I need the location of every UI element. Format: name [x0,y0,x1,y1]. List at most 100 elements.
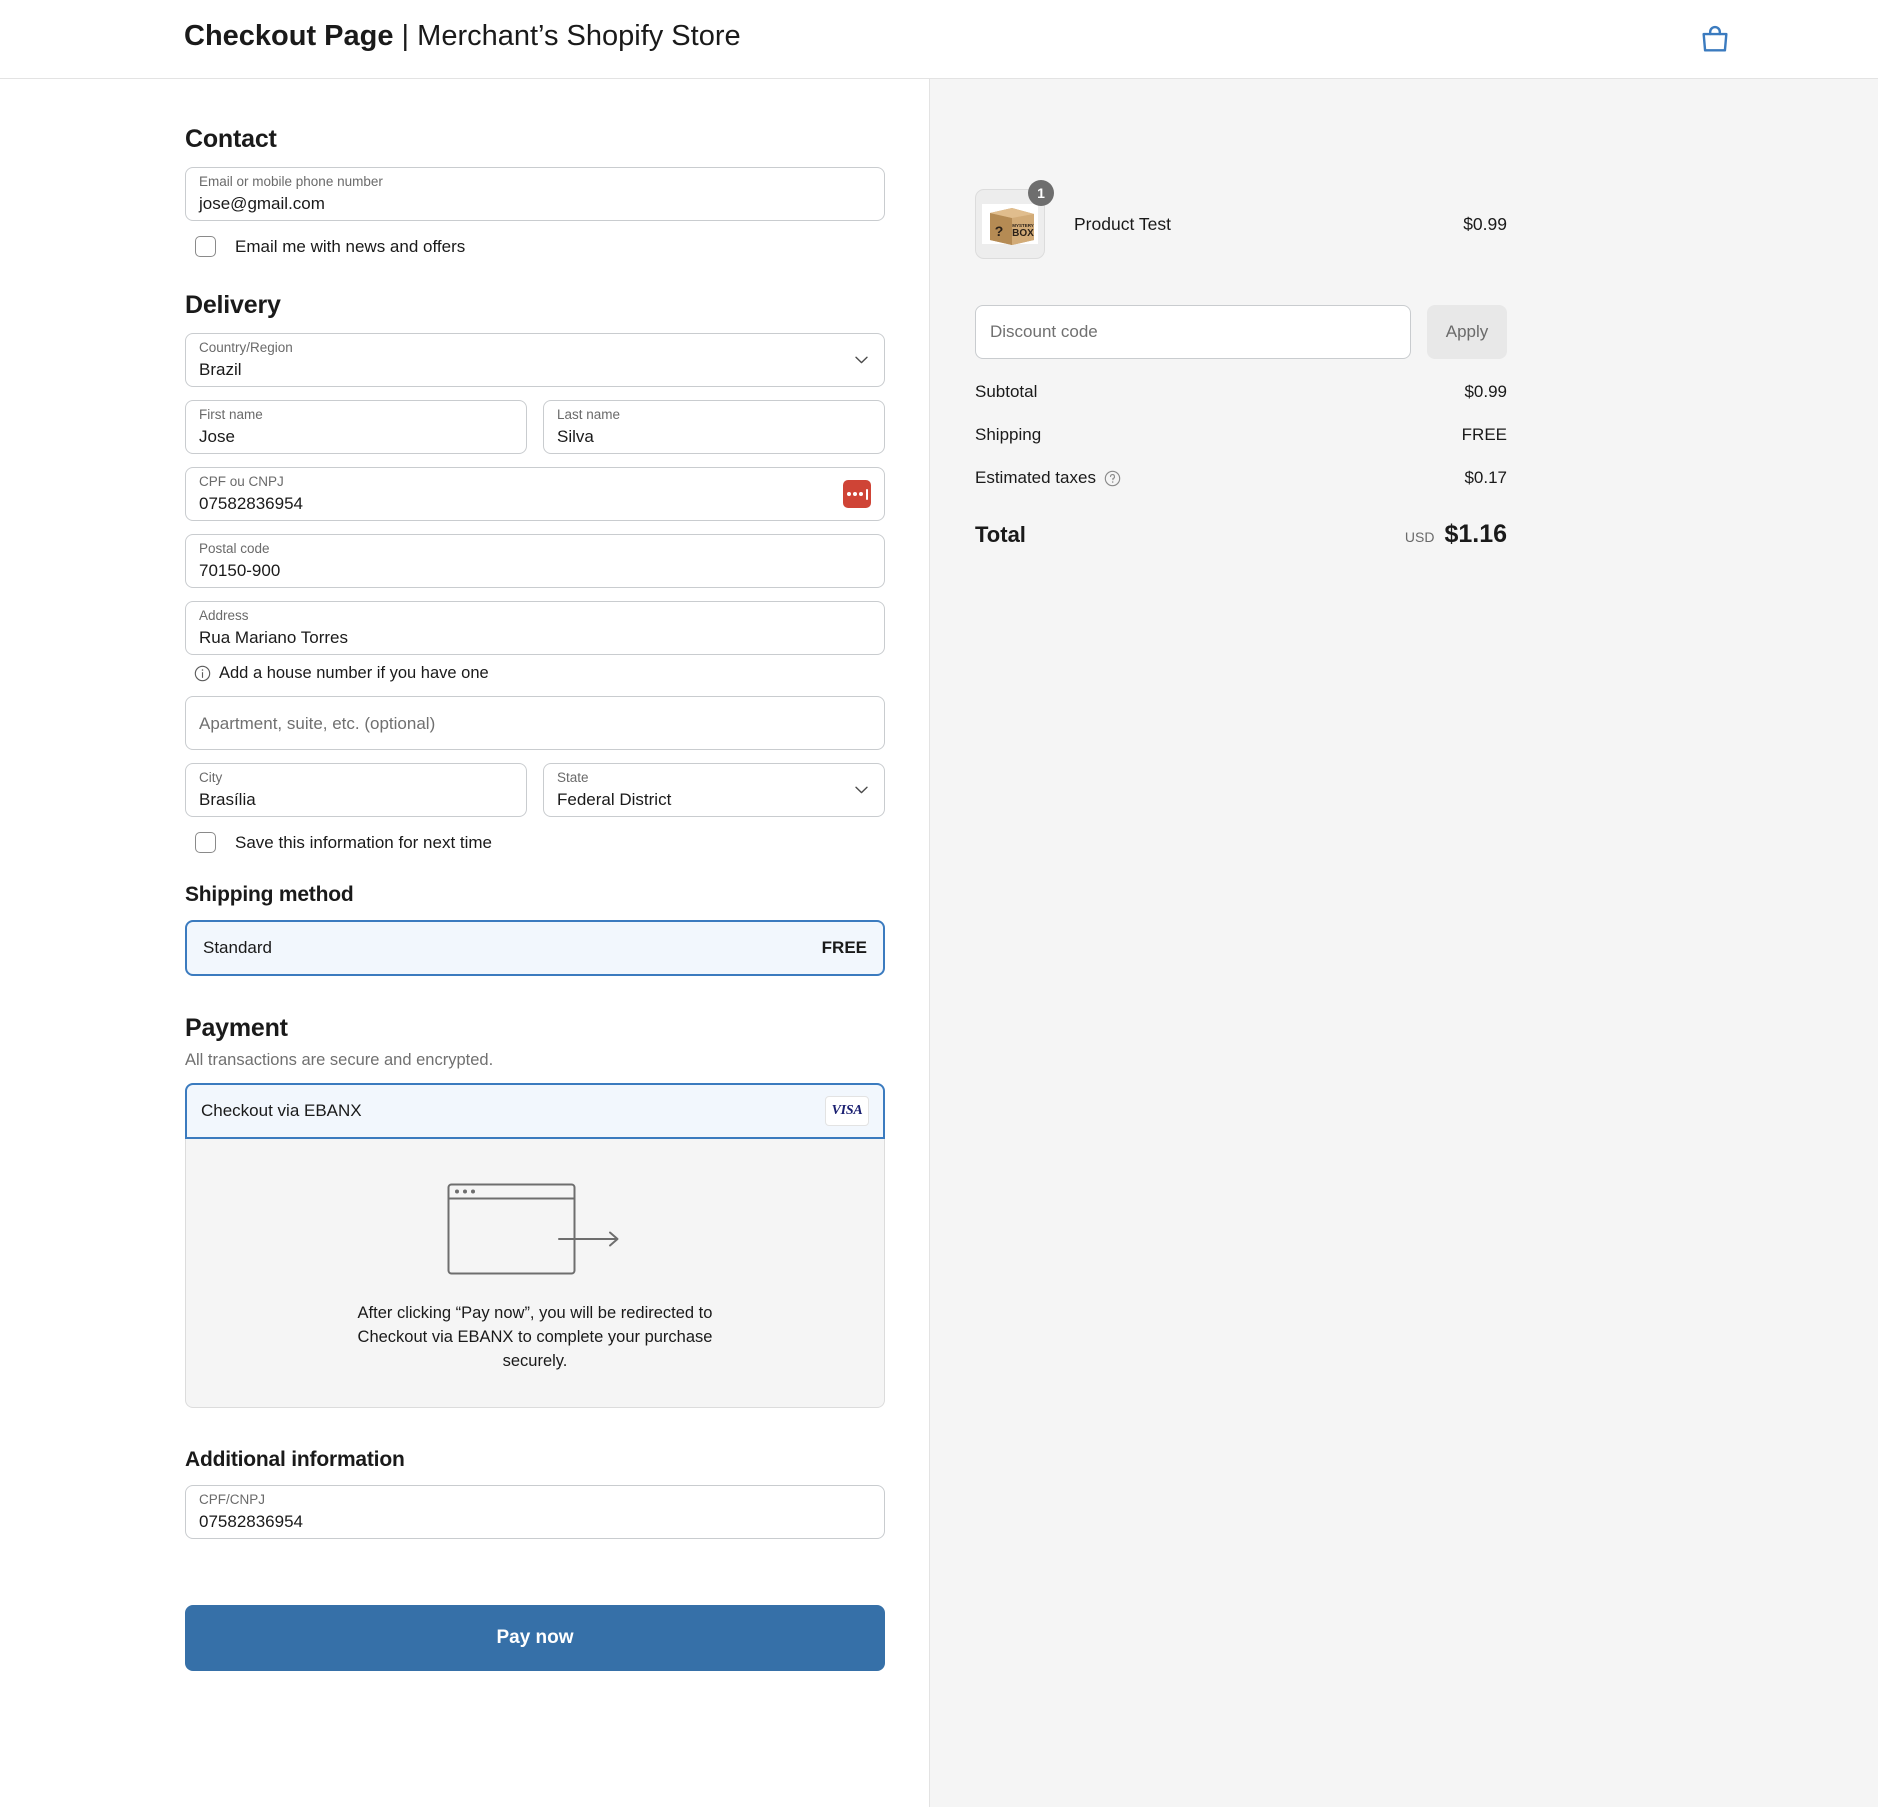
city-label: City [199,770,222,786]
chevron-down-icon [855,356,868,364]
summary-line-shipping-value: FREE [1462,425,1507,445]
product-name: Product Test [1074,214,1463,235]
cpf-cnpj-delivery-field[interactable]: CPF ou CNPJ 07582836954 [185,467,885,521]
apartment-placeholder: Apartment, suite, etc. (optional) [199,712,435,736]
first-name-field[interactable]: First name Jose [185,400,527,454]
cpf-cnpj-additional-field[interactable]: CPF/CNPJ 07582836954 [185,1485,885,1539]
city-value: Brasília [199,788,256,812]
order-line-item: ? BOX MYSTERY 1 Product Test $0.99 [975,189,1507,259]
checkout-page: Checkout Page | Merchant’s Shopify Store… [0,0,1878,1808]
address-hint: Add a house number if you have one [194,664,885,683]
question-circle-icon[interactable] [1104,470,1121,487]
email-field-label: Email or mobile phone number [199,174,383,190]
newsletter-checkbox-row[interactable]: Email me with news and offers [185,236,885,257]
country-region-value: Brazil [199,358,242,382]
payment-method-block: Checkout via EBANX VISA [185,1083,885,1408]
additional-information-heading: Additional information [185,1448,885,1472]
shipping-option-name: Standard [203,938,272,958]
summary-line-taxes-value: $0.17 [1464,468,1507,488]
cpf-cnpj-delivery-value: 07582836954 [199,492,303,516]
page-title-separator: | [394,20,418,52]
discount-code-input[interactable]: Discount code [975,305,1411,359]
shipping-option-price: FREE [822,938,867,958]
page-header: Checkout Page | Merchant’s Shopify Store [0,0,1878,79]
postal-code-value: 70150-900 [199,559,280,583]
summary-total-row: Total USD $1.16 [975,520,1507,549]
apply-discount-button[interactable]: Apply [1427,305,1507,359]
payment-redirect-panel: After clicking “Pay now”, you will be re… [185,1139,885,1408]
payment-method-name: Checkout via EBANX [201,1101,362,1121]
delivery-heading: Delivery [185,291,885,320]
page-title: Checkout Page | Merchant’s Shopify Store [184,14,741,58]
product-thumbnail-wrap: ? BOX MYSTERY 1 [975,189,1045,259]
last-name-label: Last name [557,407,620,423]
summary-total-currency: USD [1405,529,1435,545]
payment-subnote: All transactions are secure and encrypte… [185,1051,885,1070]
country-region-label: Country/Region [199,340,293,356]
pay-now-button[interactable]: Pay now [185,1605,885,1671]
summary-line-subtotal: Subtotal $0.99 [975,382,1507,402]
postal-code-field[interactable]: Postal code 70150-900 [185,534,885,588]
cpf-cnpj-additional-value: 07582836954 [199,1510,303,1534]
shopping-bag-icon[interactable] [1698,22,1732,56]
save-info-checkbox-row[interactable]: Save this information for next time [185,832,885,853]
checkout-form-column: Contact Email or mobile phone number jos… [0,79,930,1807]
shipping-method-heading: Shipping method [185,883,885,907]
address-field[interactable]: Address Rua Mariano Torres [185,601,885,655]
save-info-checkbox[interactable] [195,832,216,853]
summary-line-taxes-label-wrap: Estimated taxes [975,468,1121,488]
email-field-value: jose@gmail.com [199,192,325,216]
payment-method-ebanx[interactable]: Checkout via EBANX VISA [185,1083,885,1139]
address-hint-text: Add a house number if you have one [219,664,489,683]
visa-icon: VISA [825,1096,869,1126]
newsletter-checkbox[interactable] [195,236,216,257]
order-summary-column: ? BOX MYSTERY 1 Product Test $0.99 Disco… [930,79,1878,1807]
page-title-store-name: Merchant’s Shopify Store [417,20,740,52]
state-label: State [557,770,589,786]
svg-text:?: ? [995,223,1004,239]
product-quantity-badge: 1 [1028,180,1054,206]
info-circle-icon [194,665,211,682]
summary-line-shipping-label: Shipping [975,425,1041,445]
first-name-label: First name [199,407,263,423]
payment-heading: Payment [185,1014,885,1043]
summary-total-label: Total [975,522,1026,548]
address-value: Rua Mariano Torres [199,626,348,650]
discount-row: Discount code Apply [975,305,1507,359]
contact-heading: Contact [185,125,885,154]
first-name-value: Jose [199,425,235,449]
payment-redirect-text: After clicking “Pay now”, you will be re… [335,1301,735,1373]
mystery-box-graphic: ? BOX MYSTERY [982,200,1038,248]
summary-line-taxes-label: Estimated taxes [975,468,1096,488]
name-fields-row: First name Jose Last name Silva [185,387,885,454]
postal-code-label: Postal code [199,541,270,557]
visa-label: VISA [832,1103,863,1119]
browser-redirect-icon [447,1183,623,1275]
state-value: Federal District [557,788,671,812]
state-select[interactable]: State Federal District [543,763,885,817]
shipping-option-standard[interactable]: Standard FREE [185,920,885,976]
summary-line-subtotal-value: $0.99 [1464,382,1507,402]
city-field[interactable]: City Brasília [185,763,527,817]
newsletter-checkbox-label: Email me with news and offers [235,237,465,257]
summary-total-value: $1.16 [1444,520,1507,549]
apartment-field[interactable]: Apartment, suite, etc. (optional) [185,696,885,750]
summary-line-subtotal-label: Subtotal [975,382,1037,402]
last-name-value: Silva [557,425,594,449]
country-region-select[interactable]: Country/Region Brazil [185,333,885,387]
svg-text:BOX: BOX [1012,228,1034,239]
last-name-field[interactable]: Last name Silva [543,400,885,454]
svg-text:MYSTERY: MYSTERY [1012,223,1034,228]
cpf-cnpj-additional-label: CPF/CNPJ [199,1492,265,1508]
chevron-down-icon [855,786,868,794]
save-info-checkbox-label: Save this information for next time [235,833,492,853]
email-field[interactable]: Email or mobile phone number jose@gmail.… [185,167,885,221]
summary-total-right: USD $1.16 [1405,520,1507,549]
checkout-body: Contact Email or mobile phone number jos… [0,79,1878,1807]
address-label: Address [199,608,249,624]
page-title-store-section: Checkout Page [184,20,394,52]
summary-line-shipping: Shipping FREE [975,425,1507,445]
summary-line-taxes: Estimated taxes $0.17 [975,468,1507,488]
city-state-row: City Brasília State Federal District [185,750,885,817]
password-manager-icon[interactable] [843,480,871,508]
